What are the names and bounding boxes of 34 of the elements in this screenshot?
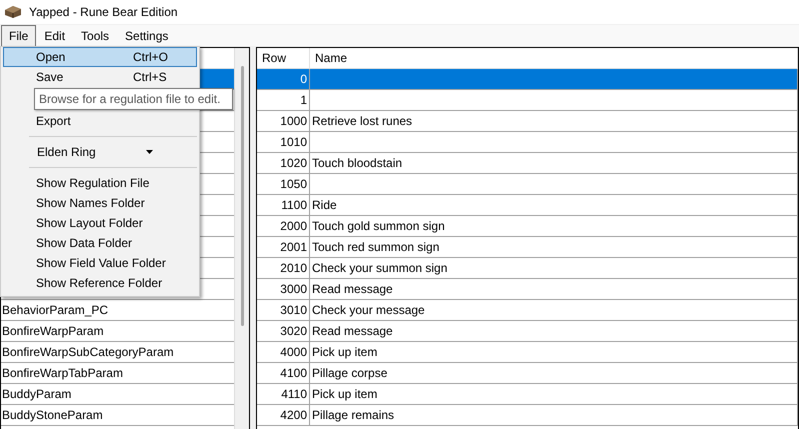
table-row[interactable]: 1050 <box>257 174 798 194</box>
menu-item[interactable]: Show Layout Folder <box>3 213 197 233</box>
window-title: Yapped - Rune Bear Edition <box>29 5 178 19</box>
table-row[interactable]: 2001 Touch red summon sign <box>257 236 798 258</box>
menu-item[interactable]: Show Names Folder <box>3 193 197 213</box>
menu-item[interactable]: Export <box>3 111 197 131</box>
menu-item[interactable]: Open Ctrl+O <box>3 47 197 67</box>
scrollbar-thumb[interactable] <box>240 66 244 326</box>
tooltip: Browse for a regulation file to edit. <box>34 88 233 110</box>
table-row[interactable]: 1 <box>257 90 798 110</box>
table-row[interactable]: 3000 Read message <box>257 278 798 300</box>
menu-bar-item[interactable]: Edit <box>36 25 74 46</box>
table-row[interactable]: 3020 Read message <box>257 320 798 342</box>
table-row[interactable]: 4100 Pillage corpse <box>257 362 798 384</box>
menu-item[interactable]: Show Field Value Folder <box>3 253 197 273</box>
table-row[interactable]: 1020 Touch bloodstain <box>257 152 798 174</box>
table-row[interactable]: 1000 Retrieve lost runes <box>257 110 798 132</box>
box-icon <box>4 5 22 19</box>
menu-item[interactable]: Show Regulation File <box>3 173 197 193</box>
menu-item[interactable]: Show Reference Folder <box>3 273 197 293</box>
menu-bar-item[interactable]: Tools <box>73 25 118 46</box>
table-row[interactable]: 4200 Pillage remains <box>257 404 798 426</box>
menu-item[interactable]: Show Data Folder <box>3 233 197 253</box>
table-row[interactable]: 2010 Check your summon sign <box>257 258 798 278</box>
table-row[interactable]: 1010 <box>257 132 798 152</box>
table-row[interactable]: 1100 Ride <box>257 194 798 216</box>
menu-bar-item[interactable]: File <box>1 25 36 46</box>
table-row[interactable]: 2000 Touch gold summon sign <box>257 216 798 236</box>
table-row[interactable]: 3010 Check your message <box>257 300 798 320</box>
table-row[interactable]: 4000 Pick up item <box>257 342 798 362</box>
menu-item[interactable]: Save Ctrl+S <box>3 67 197 87</box>
table-row[interactable]: 4110 Pick up item <box>257 384 798 404</box>
game-dropdown[interactable]: Elden Ring <box>37 142 159 162</box>
menu-bar-item[interactable]: Settings <box>117 25 176 46</box>
